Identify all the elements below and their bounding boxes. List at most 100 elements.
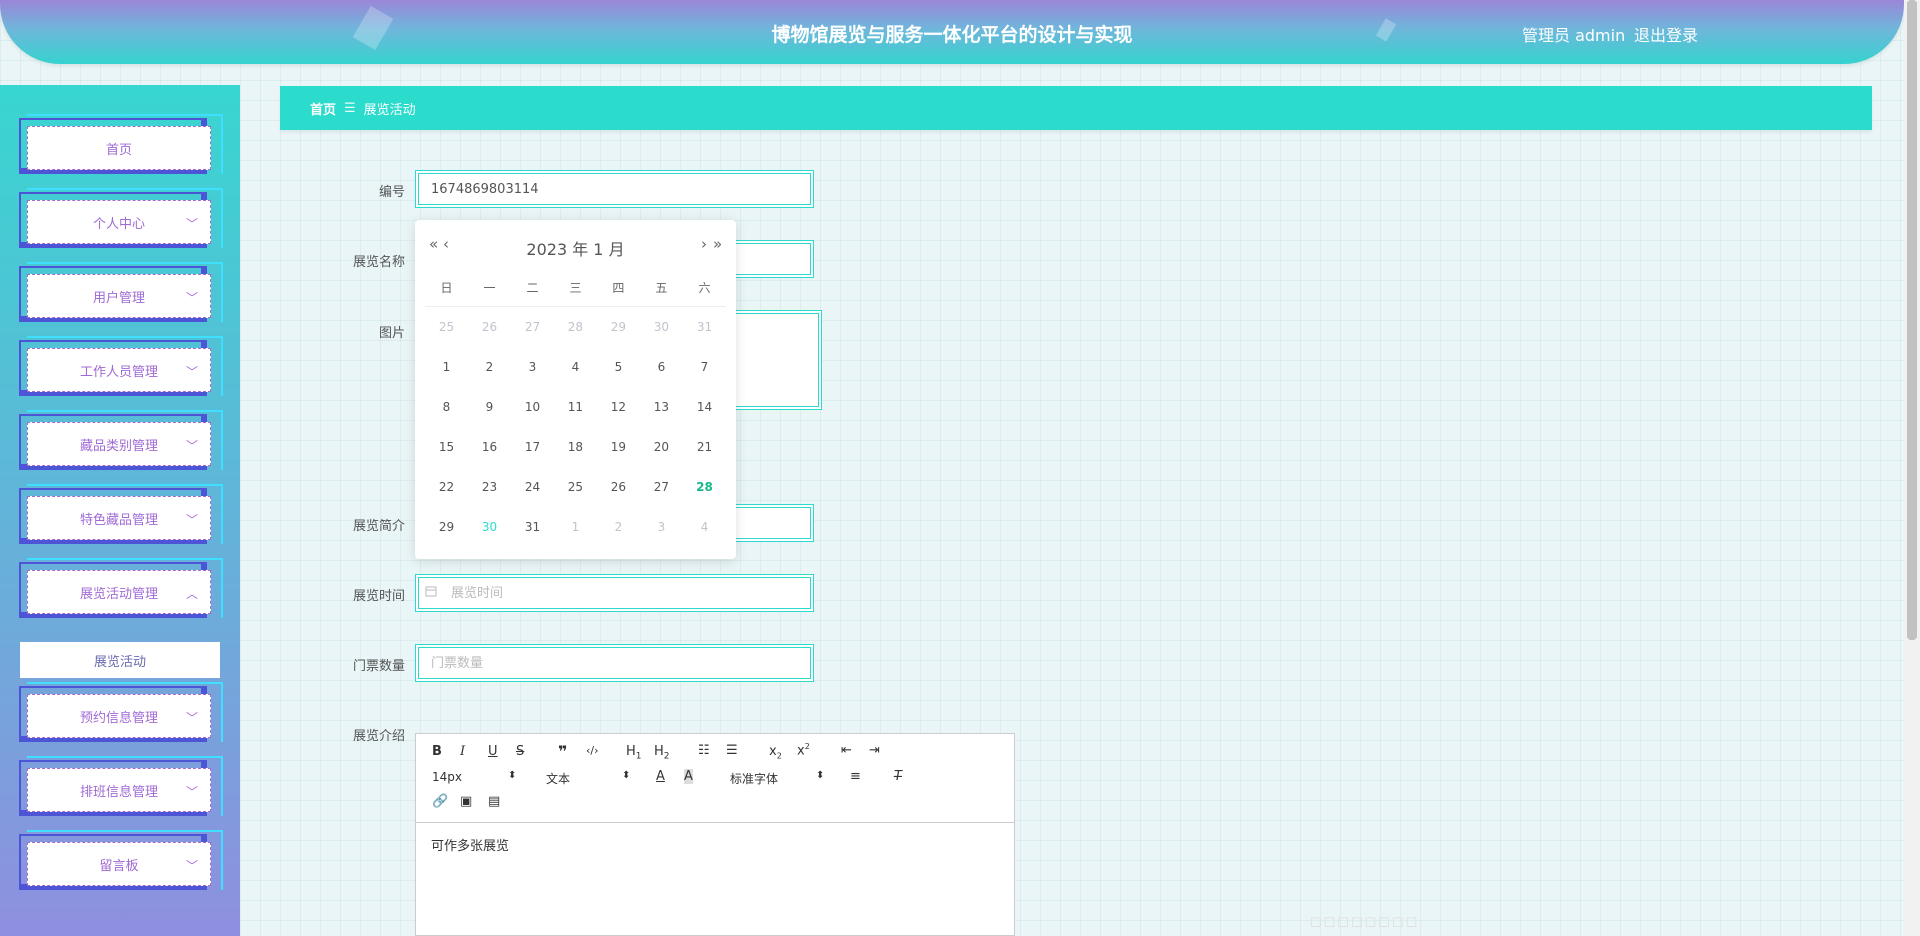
heading-1-icon[interactable]: H1 [626, 744, 642, 762]
underline-icon[interactable]: U [488, 744, 498, 759]
menu-item-box: 展览活动管理 ︿ [27, 570, 211, 614]
calendar-day[interactable]: 1 [425, 347, 468, 387]
calendar-day[interactable]: 9 [468, 387, 511, 427]
calendar-day[interactable]: 5 [597, 347, 640, 387]
weekday-row: 日 一 二 三 四 五 六 [425, 268, 726, 307]
calendar-day[interactable]: 24 [511, 467, 554, 507]
code-icon[interactable]: ‹/› [586, 744, 599, 757]
next-year-button[interactable]: » [713, 235, 722, 253]
superscript-icon[interactable]: x2 [797, 742, 810, 758]
calendar-day[interactable]: 3 [511, 347, 554, 387]
menu-item-box: 排班信息管理 ﹀ [27, 768, 211, 812]
id-field[interactable] [415, 170, 814, 208]
strikethrough-icon[interactable]: S [516, 744, 524, 759]
picker-year-month[interactable]: 2023 年 1 月 [415, 236, 736, 260]
calendar-day[interactable]: 31 [511, 507, 554, 547]
calendar-day[interactable]: 21 [683, 427, 726, 467]
menu-item-box: 用户管理 ﹀ [27, 274, 211, 318]
calendar-day[interactable]: 3 [640, 507, 683, 547]
calendar-day[interactable]: 25 [425, 307, 468, 348]
calendar-day[interactable]: 17 [511, 427, 554, 467]
font-family-select[interactable]: 标准字体 [730, 770, 778, 787]
menu-item-box: 特色藏品管理 ﹀ [27, 496, 211, 540]
font-size-select[interactable]: 14px [432, 770, 462, 784]
calendar-day[interactable]: 2 [597, 507, 640, 547]
calendar-day[interactable]: 1 [554, 507, 597, 547]
page-scrollbar[interactable] [1904, 0, 1920, 936]
sidebar-item-message-board[interactable]: 留言板 ﹀ [19, 830, 223, 898]
calendar-day[interactable]: 14 [683, 387, 726, 427]
next-month-button[interactable]: › [701, 235, 707, 253]
sidebar-item-personal-center[interactable]: 个人中心 ﹀ [19, 188, 223, 256]
calendar-day[interactable]: 11 [554, 387, 597, 427]
calendar-day[interactable]: 8 [425, 387, 468, 427]
logout-link[interactable]: 退出登录 [1634, 22, 1698, 46]
menu-item-box: 预约信息管理 ﹀ [27, 694, 211, 738]
calendar-day[interactable]: 28 [554, 307, 597, 348]
heading-2-icon[interactable]: H2 [654, 744, 670, 762]
calendar-day[interactable]: 7 [683, 347, 726, 387]
sidebar-item-collection-category[interactable]: 藏品类别管理 ﹀ [19, 410, 223, 478]
sidebar-item-featured-collection[interactable]: 特色藏品管理 ﹀ [19, 484, 223, 552]
ticket-count-field[interactable] [415, 644, 814, 682]
menu-item-box: 首页 [27, 126, 211, 170]
image-icon[interactable]: ▣ [460, 794, 472, 809]
sidebar-subitem-exhibition[interactable]: 展览活动 [20, 642, 220, 678]
label-image: 图片 [378, 326, 405, 341]
breadcrumb-home[interactable]: 首页 [310, 99, 336, 118]
calendar-day[interactable]: 26 [468, 307, 511, 348]
chevron-down-icon: ﹀ [185, 859, 198, 873]
calendar-day[interactable]: 4 [554, 347, 597, 387]
sidebar-item-exhibition-management[interactable]: 展览活动管理 ︿ [19, 558, 223, 626]
sidebar-item-staff-management[interactable]: 工作人员管理 ﹀ [19, 336, 223, 404]
sidebar-item-home[interactable]: 首页 [19, 114, 223, 182]
ordered-list-icon[interactable]: ☷ [698, 743, 710, 758]
italic-icon[interactable]: I [460, 744, 465, 759]
sidebar-item-user-management[interactable]: 用户管理 ﹀ [19, 262, 223, 330]
sidebar-item-schedule-management[interactable]: 排班信息管理 ﹀ [19, 756, 223, 824]
calendar-day[interactable]: 30 [640, 307, 683, 348]
indent-icon[interactable]: ⇥ [869, 743, 880, 758]
calendar-day[interactable]: 4 [683, 507, 726, 547]
calendar-day[interactable]: 2 [468, 347, 511, 387]
blockquote-icon[interactable]: ❞ [558, 742, 567, 761]
calendar-day[interactable]: 23 [468, 467, 511, 507]
chevron-updown-icon: ⬍ [622, 770, 631, 781]
exhibition-time-field[interactable] [415, 574, 814, 612]
link-icon[interactable]: 🔗 [432, 794, 448, 809]
video-icon[interactable]: ▤ [488, 794, 500, 809]
calendar-day[interactable]: 15 [425, 427, 468, 467]
calendar-day[interactable]: 16 [468, 427, 511, 467]
calendar-day[interactable]: 22 [425, 467, 468, 507]
calendar-day[interactable]: 13 [640, 387, 683, 427]
calendar-day[interactable]: 27 [640, 467, 683, 507]
calendar-day[interactable]: 19 [597, 427, 640, 467]
calendar-day[interactable]: 12 [597, 387, 640, 427]
scrollbar-thumb[interactable] [1907, 0, 1917, 640]
sidebar-item-reservation-management[interactable]: 预约信息管理 ﹀ [19, 682, 223, 750]
calendar-day[interactable]: 31 [683, 307, 726, 348]
bullet-list-icon[interactable]: ☰ [726, 743, 738, 758]
calendar-day[interactable]: 10 [511, 387, 554, 427]
font-color-icon[interactable]: A [656, 769, 665, 784]
calendar-day-hovered[interactable]: 30 [468, 507, 511, 547]
calendar-day[interactable]: 20 [640, 427, 683, 467]
calendar-day[interactable]: 29 [597, 307, 640, 348]
clear-format-icon[interactable]: T̶ [894, 769, 902, 784]
subscript-icon[interactable]: x2 [769, 744, 782, 761]
calendar-day[interactable]: 25 [554, 467, 597, 507]
calendar-day[interactable]: 26 [597, 467, 640, 507]
block-type-select[interactable]: 文本 [546, 770, 570, 787]
calendar-day[interactable]: 18 [554, 427, 597, 467]
editor-content[interactable]: 可作多张展览 [416, 823, 1014, 866]
calendar-day[interactable]: 27 [511, 307, 554, 348]
calendar-day-today[interactable]: 28 [683, 467, 726, 507]
align-icon[interactable]: ≡ [850, 769, 861, 784]
background-color-icon[interactable]: A [684, 769, 693, 784]
outdent-icon[interactable]: ⇤ [841, 743, 852, 758]
rich-text-editor: B I U S ❞ ‹/› H1 H2 ☷ ☰ x2 x2 ⇤ ⇥ 14px ⬍… [415, 733, 1015, 936]
calendar-day[interactable]: 6 [640, 347, 683, 387]
chevron-down-icon: ﹀ [185, 365, 198, 379]
calendar-day[interactable]: 29 [425, 507, 468, 547]
bold-icon[interactable]: B [432, 744, 442, 759]
